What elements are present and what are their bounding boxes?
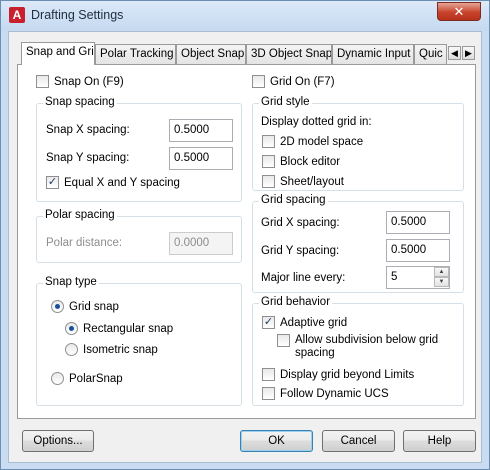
major-line-label: Major line every: <box>261 272 346 284</box>
allow-subdivision-checkbox[interactable]: Allow subdivision below grid spacing <box>277 334 438 360</box>
snap-x-label: Snap X spacing: <box>46 124 130 136</box>
tab-dynamic-input[interactable]: Dynamic Input <box>332 44 414 64</box>
window-title: Drafting Settings <box>31 8 124 22</box>
checkbox-box <box>262 135 275 148</box>
snap-spacing-legend: Snap spacing <box>43 96 117 108</box>
major-line-value: 5 <box>391 271 398 283</box>
checkbox-box <box>262 387 275 400</box>
title-bar[interactable]: A Drafting Settings ✕ <box>1 1 489 31</box>
tab-scroll-right-icon[interactable]: ▶ <box>462 46 475 60</box>
polar-snap-label: PolarSnap <box>69 372 123 385</box>
grid-style-legend: Grid style <box>259 96 312 108</box>
sheet-layout-checkbox[interactable]: Sheet/layout <box>262 175 344 188</box>
block-editor-label: Block editor <box>280 155 341 168</box>
snap-on-checkbox[interactable]: Snap On (F9) <box>36 75 124 88</box>
display-beyond-limits-checkbox[interactable]: Display grid beyond Limits <box>262 368 414 381</box>
allow-subdivision-line1: Allow subdivision below grid <box>295 334 439 346</box>
major-line-spinner[interactable]: ▲ ▼ <box>434 267 449 288</box>
rectangular-snap-radio[interactable]: Rectangular snap <box>65 322 173 335</box>
grid-snap-label: Grid snap <box>69 300 119 313</box>
snap-spacing-group: Snap spacing Snap X spacing: 0.5000 Snap… <box>36 96 242 202</box>
grid-style-caption: Display dotted grid in: <box>261 116 372 128</box>
dialog-client-area: Snap and Grid Polar Tracking Object Snap… <box>8 31 482 463</box>
cancel-button[interactable]: Cancel <box>322 430 395 452</box>
rectangular-snap-label: Rectangular snap <box>83 322 174 335</box>
snap-type-group: Snap type Grid snap Rectangular snap Iso… <box>36 276 242 406</box>
equal-xy-spacing-checkbox[interactable]: ✓ Equal X and Y spacing <box>46 176 180 189</box>
allow-subdivision-line2: spacing <box>295 347 335 359</box>
2d-model-space-label: 2D model space <box>280 135 364 148</box>
grid-on-label: Grid On (F7) <box>270 75 335 88</box>
check-icon: ✓ <box>46 176 59 189</box>
block-editor-checkbox[interactable]: Block editor <box>262 155 340 168</box>
grid-y-input[interactable]: 0.5000 <box>386 239 450 262</box>
sheet-layout-label: Sheet/layout <box>280 175 344 188</box>
adaptive-grid-label: Adaptive grid <box>280 316 348 329</box>
radio-dot-icon <box>51 300 64 313</box>
follow-dynamic-ucs-checkbox[interactable]: Follow Dynamic UCS <box>262 387 389 400</box>
grid-x-label: Grid X spacing: <box>261 217 340 229</box>
adaptive-grid-checkbox[interactable]: ✓ Adaptive grid <box>262 316 347 329</box>
tab-polar-tracking[interactable]: Polar Tracking <box>95 44 176 64</box>
snap-x-input[interactable]: 0.5000 <box>169 119 233 142</box>
radio-circle <box>51 372 64 385</box>
tab-strip: Snap and Grid Polar Tracking Object Snap… <box>17 42 477 65</box>
help-button[interactable]: Help <box>403 430 476 452</box>
radio-circle <box>65 343 78 356</box>
grid-y-label: Grid Y spacing: <box>261 245 340 257</box>
tab-3d-object-snap[interactable]: 3D Object Snap <box>246 44 332 64</box>
spin-down-icon[interactable]: ▼ <box>434 277 449 287</box>
grid-spacing-legend: Grid spacing <box>259 194 328 206</box>
grid-style-group: Grid style Display dotted grid in: 2D mo… <box>252 96 464 191</box>
grid-behavior-legend: Grid behavior <box>259 296 333 308</box>
close-button[interactable]: ✕ <box>437 2 481 21</box>
polar-distance-input[interactable]: 0.0000 <box>169 232 233 255</box>
polar-spacing-legend: Polar spacing <box>43 209 117 221</box>
major-line-input[interactable]: 5 ▲ ▼ <box>386 266 450 289</box>
options-button[interactable]: Options... <box>22 430 94 452</box>
tab-snap-and-grid[interactable]: Snap and Grid <box>21 42 95 65</box>
grid-on-checkbox[interactable]: Grid On (F7) <box>252 75 335 88</box>
radio-dot-icon <box>65 322 78 335</box>
grid-x-input[interactable]: 0.5000 <box>386 211 450 234</box>
2d-model-space-checkbox[interactable]: 2D model space <box>262 135 363 148</box>
snap-y-label: Snap Y spacing: <box>46 152 130 164</box>
tab-scroll-left-icon[interactable]: ◀ <box>448 46 461 60</box>
tab-quick-properties[interactable]: Quic <box>414 44 447 64</box>
spin-up-icon[interactable]: ▲ <box>434 267 449 277</box>
checkbox-box <box>36 75 49 88</box>
snap-type-legend: Snap type <box>43 276 99 288</box>
snap-and-grid-panel: Snap On (F9) Grid On (F7) Snap spacing S… <box>17 64 476 419</box>
tab-object-snap[interactable]: Object Snap <box>176 44 246 64</box>
ok-button[interactable]: OK <box>240 430 313 452</box>
grid-snap-radio[interactable]: Grid snap <box>51 300 119 313</box>
autocad-app-icon: A <box>9 7 25 23</box>
grid-behavior-group: Grid behavior ✓ Adaptive grid Allow subd… <box>252 296 464 406</box>
allow-subdivision-label: Allow subdivision below grid spacing <box>295 334 438 360</box>
checkbox-box <box>252 75 265 88</box>
snap-on-label: Snap On (F9) <box>54 75 124 88</box>
isometric-snap-radio[interactable]: Isometric snap <box>65 343 158 356</box>
equal-xy-spacing-label: Equal X and Y spacing <box>64 176 180 189</box>
grid-spacing-group: Grid spacing Grid X spacing: 0.5000 Grid… <box>252 194 464 293</box>
checkbox-box <box>262 175 275 188</box>
polar-spacing-group: Polar spacing Polar distance: 0.0000 <box>36 209 242 263</box>
follow-dynamic-ucs-label: Follow Dynamic UCS <box>280 387 389 400</box>
snap-y-input[interactable]: 0.5000 <box>169 147 233 170</box>
polar-snap-radio[interactable]: PolarSnap <box>51 372 123 385</box>
isometric-snap-label: Isometric snap <box>83 343 158 356</box>
checkbox-box <box>277 334 290 347</box>
dialog-window: A Drafting Settings ✕ Snap and Grid Pola… <box>0 0 490 470</box>
check-icon: ✓ <box>262 316 275 329</box>
polar-distance-label: Polar distance: <box>46 237 123 249</box>
checkbox-box <box>262 155 275 168</box>
display-beyond-limits-label: Display grid beyond Limits <box>280 368 415 381</box>
checkbox-box <box>262 368 275 381</box>
